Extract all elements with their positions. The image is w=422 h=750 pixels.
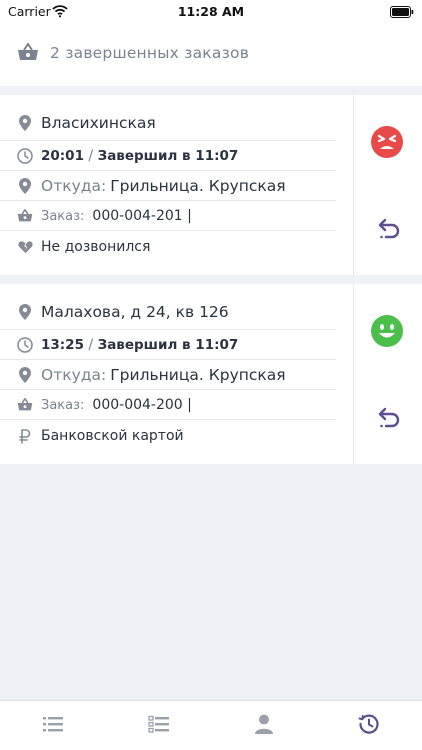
status-time: 11:28 AM xyxy=(177,4,245,19)
header: 2 завершенных заказов xyxy=(0,24,422,86)
location-pin-icon xyxy=(17,303,33,320)
from-row: Откуда: Грильница. Крупская xyxy=(0,360,336,390)
status-bar: Carrier 11:28 AM xyxy=(0,0,422,24)
card-divider xyxy=(353,284,354,464)
from-value: Грильница. Крупская xyxy=(110,176,286,195)
order-label: Заказ: xyxy=(41,208,85,224)
order-address: Малахова, д 24, кв 126 xyxy=(41,302,229,321)
basket-icon xyxy=(17,208,33,224)
time-row: 20:01 / Завершил в 11:07 xyxy=(0,141,336,171)
address-row: Малахова, д 24, кв 126 xyxy=(0,294,336,330)
order-time-line: 20:01 / Завершил в 11:07 xyxy=(41,148,238,164)
location-pin-icon xyxy=(17,177,33,194)
order-time: 20:01 xyxy=(41,147,84,164)
list-icon[interactable] xyxy=(42,713,64,735)
order-number-row: Заказ: 000-004-200 | xyxy=(0,390,336,420)
from-label: Откуда: xyxy=(41,176,107,195)
basket-icon xyxy=(18,43,38,60)
clock-icon xyxy=(17,336,33,353)
order-address: Власихинская xyxy=(41,113,156,132)
from-row: Откуда: Грильница. Крупская xyxy=(0,171,336,201)
checklist-icon[interactable] xyxy=(148,713,170,735)
undo-button[interactable] xyxy=(372,404,404,436)
order-number: 000-004-201 | xyxy=(92,207,192,224)
order-from-line: Откуда: Грильница. Крупская xyxy=(41,366,286,384)
tab-bar xyxy=(0,700,422,750)
order-finished: Завершил в 11:07 xyxy=(97,147,239,164)
order-number-line: Заказ: 000-004-200 | xyxy=(41,397,192,413)
address-row: Власихинская xyxy=(0,105,336,141)
battery-icon xyxy=(390,6,414,18)
order-from-line: Откуда: Грильница. Крупская xyxy=(41,177,286,195)
note-row: Не дозвонился xyxy=(0,231,336,263)
ruble-icon xyxy=(17,428,33,444)
time-separator: / xyxy=(83,147,98,164)
card-divider xyxy=(353,95,354,275)
clock-icon xyxy=(17,147,33,164)
order-card[interactable]: Власихинская 20:01 / Завершил в 11:07 От… xyxy=(0,95,422,275)
user-icon[interactable] xyxy=(253,713,275,735)
happy-face-icon xyxy=(371,315,403,347)
order-note: Банковской картой xyxy=(41,428,184,444)
undo-button[interactable] xyxy=(372,215,404,247)
note-row: Банковской картой xyxy=(0,420,336,452)
order-number-row: Заказ: 000-004-201 | xyxy=(0,201,336,231)
time-row: 13:25 / Завершил в 11:07 xyxy=(0,330,336,360)
order-finished: Завершил в 11:07 xyxy=(97,336,239,353)
location-pin-icon xyxy=(17,114,33,131)
history-icon[interactable] xyxy=(358,713,380,735)
order-number-line: Заказ: 000-004-201 | xyxy=(41,208,192,224)
order-note: Не дозвонился xyxy=(41,239,151,255)
time-separator: / xyxy=(83,336,98,353)
broken-heart-icon xyxy=(17,239,33,255)
page-title: 2 завершенных заказов xyxy=(50,44,250,62)
order-time: 13:25 xyxy=(41,336,84,353)
from-value: Грильница. Крупская xyxy=(110,365,286,384)
order-number: 000-004-200 | xyxy=(92,396,192,413)
order-card[interactable]: Малахова, д 24, кв 126 13:25 / Завершил … xyxy=(0,284,422,464)
basket-icon xyxy=(17,397,33,413)
angry-face-icon xyxy=(371,126,403,158)
order-time-line: 13:25 / Завершил в 11:07 xyxy=(41,337,238,353)
from-label: Откуда: xyxy=(41,365,107,384)
location-pin-icon xyxy=(17,366,33,383)
order-label: Заказ: xyxy=(41,397,85,413)
